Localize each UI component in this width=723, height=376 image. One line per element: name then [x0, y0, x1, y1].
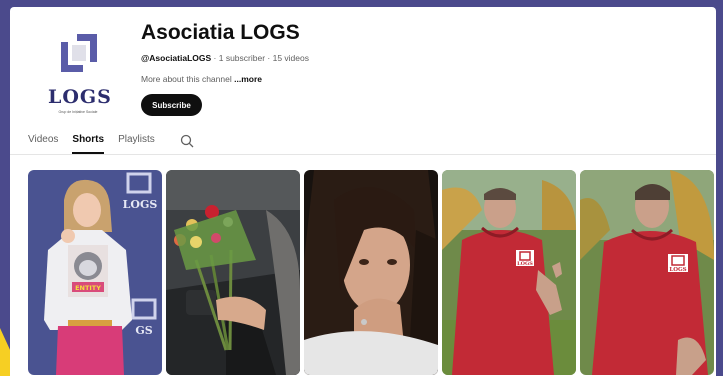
logo-mark-icon	[61, 34, 97, 72]
short-image-5: LOGS	[580, 170, 714, 375]
short-image-1: LOGS GS ENTITY	[28, 170, 162, 375]
about-more-link[interactable]: ...more	[234, 74, 262, 84]
short-image-2	[166, 170, 300, 375]
search-icon[interactable]	[180, 134, 194, 148]
tabs-divider	[10, 154, 716, 155]
tab-playlists[interactable]: Playlists	[118, 129, 155, 157]
short-thumbnail-4[interactable]: LOGS	[442, 170, 576, 375]
svg-text:GS: GS	[135, 324, 152, 337]
short-thumbnail-1[interactable]: LOGS GS ENTITY	[28, 170, 162, 375]
channel-about[interactable]: More about this channel ...more	[141, 74, 262, 84]
channel-page: LOGS Grup de Inițiative Sociale Asociati…	[10, 7, 716, 376]
channel-stats: · 1 subscriber · 15 videos	[213, 53, 309, 63]
about-text: More about this channel	[141, 74, 232, 84]
logo-text: LOGS	[48, 86, 112, 108]
channel-meta: @AsociatiaLOGS · 1 subscriber · 15 video…	[141, 53, 309, 63]
short-1-shirt-text: ENTITY	[75, 284, 101, 292]
subscribe-button[interactable]: Subscribe	[141, 94, 202, 116]
short-thumbnail-3[interactable]	[304, 170, 438, 375]
short-thumbnail-2[interactable]	[166, 170, 300, 375]
tab-shorts[interactable]: Shorts	[72, 129, 104, 157]
short-image-4: LOGS	[442, 170, 576, 375]
short-5-badge: LOGS	[669, 267, 686, 273]
channel-tabs: Videos Shorts Playlists	[28, 129, 169, 157]
short-1-badge: LOGS	[123, 198, 158, 211]
channel-handle[interactable]: @AsociatiaLOGS	[141, 53, 211, 63]
logo-tagline: Grup de Inițiative Sociale	[58, 110, 98, 114]
short-thumbnail-5[interactable]: LOGS	[580, 170, 714, 375]
short-image-3	[304, 170, 438, 375]
channel-name: Asociatia LOGS	[141, 21, 300, 44]
tab-videos[interactable]: Videos	[28, 129, 58, 157]
short-4-badge: LOGS	[517, 261, 533, 267]
channel-avatar[interactable]: LOGS Grup de Inițiative Sociale	[48, 30, 112, 118]
